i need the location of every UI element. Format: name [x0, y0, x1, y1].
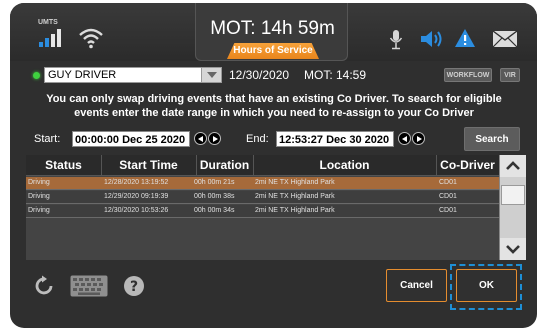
scroll-thumb[interactable] — [501, 185, 525, 205]
scroll-down-icon[interactable] — [500, 238, 526, 260]
cell-duration: 00h 00m 21s — [194, 179, 235, 186]
table-row[interactable]: Driving 12/30/2020 10:53:26 00h 00m 34s … — [26, 205, 499, 218]
header-row: GUY DRIVER 12/30/2020 MOT: 14:59 WORKFLO… — [26, 64, 526, 86]
instruction-message: You can only swap driving events that ha… — [46, 93, 502, 119]
cell-start-time: 12/30/2020 10:53:26 — [104, 207, 169, 214]
end-date-input[interactable]: 12:53:27 Dec 30 2020 — [276, 131, 394, 147]
hours-of-service-tab[interactable]: Hours of Service — [227, 43, 319, 59]
column-location[interactable]: Location — [253, 158, 436, 172]
end-next-icon[interactable] — [412, 132, 425, 145]
mail-icon[interactable] — [492, 30, 518, 48]
cell-location: 2mi NE TX Highland Park — [255, 207, 335, 214]
svg-text:?: ? — [130, 279, 138, 295]
cancel-button[interactable]: Cancel — [386, 269, 447, 302]
mot-display[interactable]: MOT: 14h 59m Hours of Service — [195, 3, 348, 61]
column-start-time[interactable]: Start Time — [101, 158, 196, 172]
cell-co-driver: CD01 — [439, 207, 457, 214]
device-frame: UMTS MOT: 14h 59m Hours of Service GUY D… — [10, 3, 537, 328]
ok-button[interactable]: OK — [456, 269, 517, 302]
signal-icon — [39, 29, 61, 47]
scroll-up-icon[interactable] — [500, 155, 526, 177]
mot-remaining: MOT: 14h 59m — [210, 18, 335, 39]
connection-led — [33, 72, 40, 79]
table-row[interactable]: Driving 12/28/2020 13:19:52 00h 00m 21s … — [26, 177, 499, 190]
workflow-button[interactable]: WORKFLOW — [444, 68, 492, 82]
start-next-icon[interactable] — [208, 132, 221, 145]
column-co-driver[interactable]: Co-Driver — [436, 158, 499, 172]
chevron-down-icon[interactable] — [201, 68, 221, 82]
cell-location: 2mi NE TX Highland Park — [255, 179, 335, 186]
end-prev-icon[interactable] — [398, 132, 411, 145]
status-bar: UMTS MOT: 14h 59m Hours of Service — [10, 3, 537, 61]
refresh-icon[interactable] — [34, 275, 56, 297]
driver-select[interactable]: GUY DRIVER — [44, 67, 222, 83]
cell-status: Driving — [28, 193, 50, 200]
wifi-icon — [79, 28, 103, 49]
vir-button[interactable]: VIR — [500, 68, 520, 82]
table-row[interactable]: Driving 12/29/2020 09:19:39 00h 00m 38s … — [26, 191, 499, 204]
microphone-icon[interactable] — [389, 29, 403, 51]
cell-co-driver: CD01 — [439, 193, 457, 200]
cell-start-time: 12/28/2020 13:19:52 — [104, 179, 169, 186]
speaker-icon[interactable] — [419, 29, 443, 49]
cell-status: Driving — [28, 207, 50, 214]
cell-co-driver: CD01 — [439, 179, 457, 186]
signal-label: UMTS — [38, 19, 58, 26]
cell-status: Driving — [28, 179, 50, 186]
events-table: Status Start Time Duration Location Co-D… — [26, 155, 499, 260]
header-mot: MOT: 14:59 — [304, 68, 367, 82]
date-range-row: Start: 00:00:00 Dec 25 2020 End: 12:53:2… — [28, 127, 528, 151]
column-status[interactable]: Status — [26, 158, 101, 172]
search-button[interactable]: Search — [464, 127, 520, 151]
table-header: Status Start Time Duration Location Co-D… — [26, 155, 499, 176]
table-scrollbar[interactable] — [499, 155, 526, 260]
cell-duration: 00h 00m 34s — [194, 207, 235, 214]
start-date-input[interactable]: 00:00:00 Dec 25 2020 — [72, 131, 190, 147]
end-label: End: — [246, 133, 269, 145]
start-prev-icon[interactable] — [194, 132, 207, 145]
start-label: Start: — [34, 133, 61, 145]
cell-location: 2mi NE TX Highland Park — [255, 193, 335, 200]
header-date: 12/30/2020 — [229, 68, 290, 82]
help-icon[interactable]: ? — [123, 275, 145, 297]
cell-start-time: 12/29/2020 09:19:39 — [104, 193, 169, 200]
keyboard-icon[interactable] — [70, 275, 108, 297]
column-duration[interactable]: Duration — [196, 158, 253, 172]
cell-duration: 00h 00m 38s — [194, 193, 235, 200]
driver-name: GUY DRIVER — [48, 69, 117, 81]
warning-icon[interactable] — [454, 28, 476, 48]
